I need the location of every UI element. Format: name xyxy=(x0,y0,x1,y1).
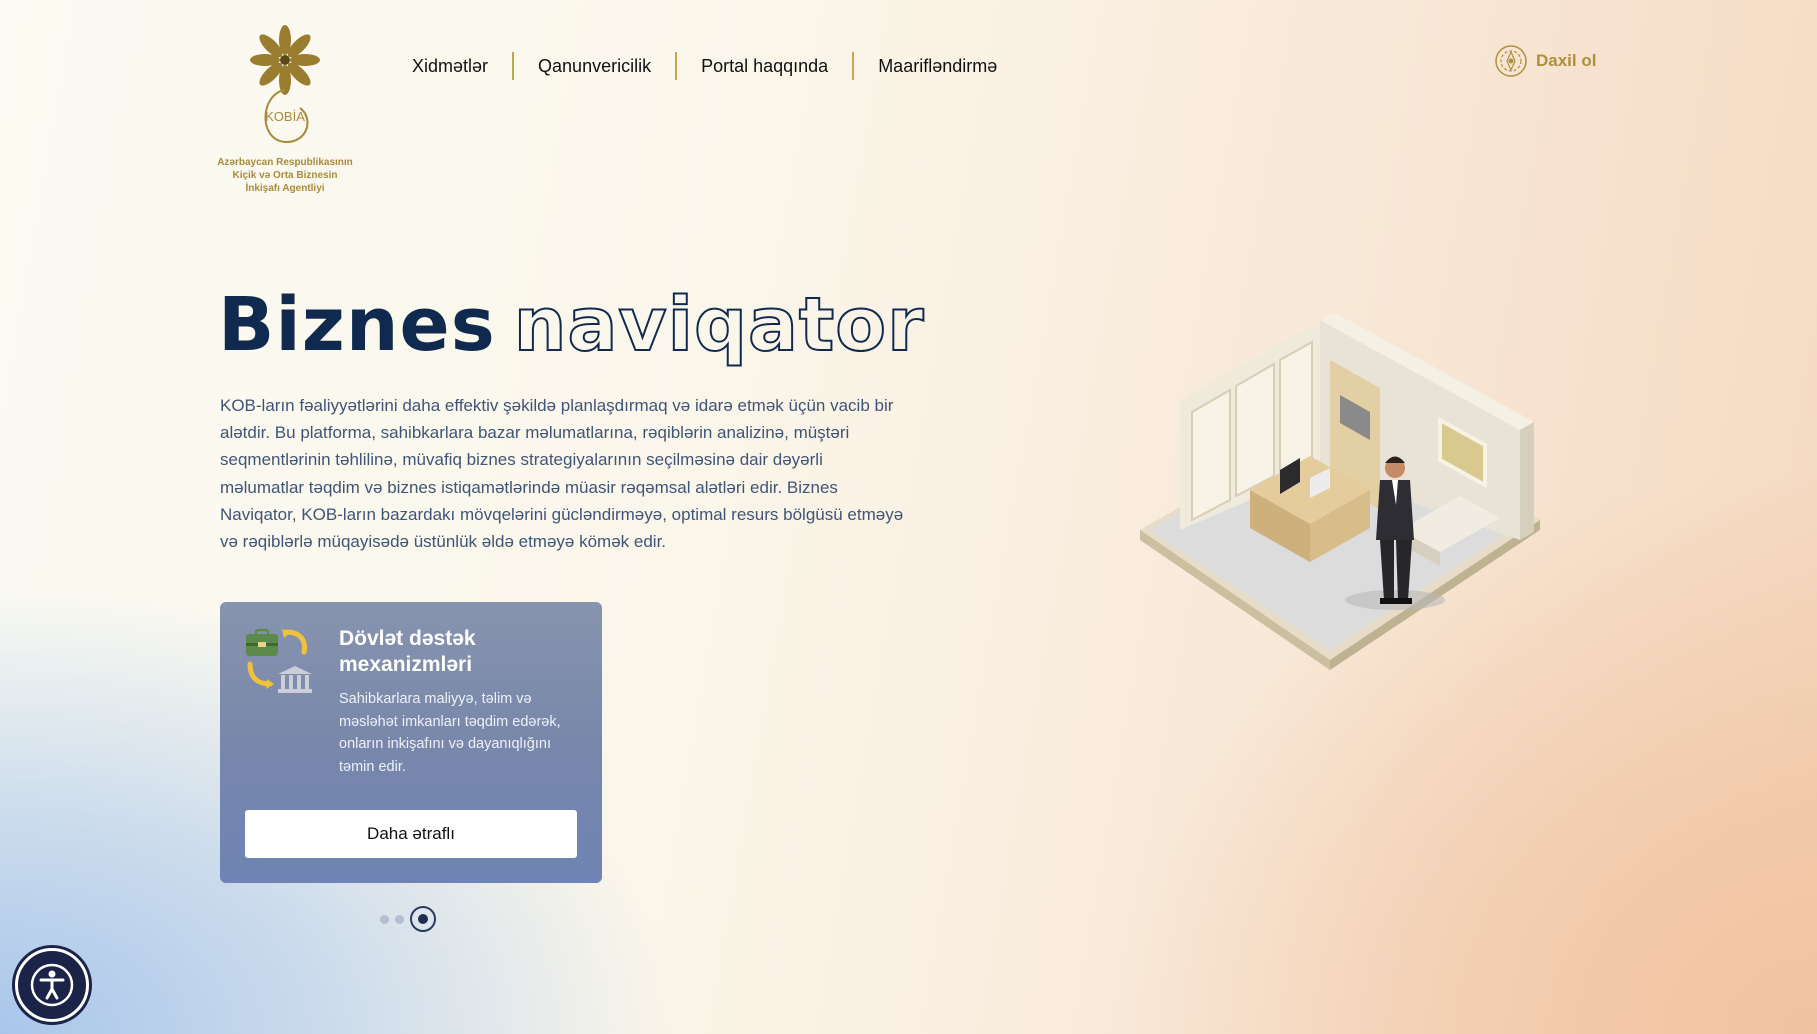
carousel-pagination xyxy=(380,906,436,932)
carousel-dot-2[interactable] xyxy=(395,914,404,924)
carousel-dot-1[interactable] xyxy=(380,914,389,924)
nav-item-education[interactable]: Maarifləndirmə xyxy=(854,50,1021,82)
flower-emblem-icon: KOBİA xyxy=(250,25,320,144)
page-title: Biznes naviqator xyxy=(218,281,925,369)
card-description: Sahibkarlara maliyyə, təlim və məsləhət … xyxy=(339,691,561,775)
carousel-dot-3-active[interactable] xyxy=(410,906,436,932)
title-outline: naviqator xyxy=(513,281,925,369)
accessibility-button[interactable] xyxy=(15,948,89,1022)
hero-description: KOB-ların fəaliyyətlərini daha effektiv … xyxy=(220,396,904,552)
office-illustration xyxy=(1140,312,1540,670)
briefcase-bank-exchange-icon xyxy=(246,628,312,693)
more-info-button[interactable]: Daha ətraflı xyxy=(245,810,577,858)
emblem-icon xyxy=(1495,45,1527,77)
card-title: Dövlət dəstək mexanizmləri xyxy=(339,627,476,676)
logo-text: KOBİA xyxy=(265,109,305,124)
login-button[interactable]: Daxil ol xyxy=(1494,44,1596,78)
logo-subtitle: Azərbaycan Respublikasının Kiçik və Orta… xyxy=(217,157,353,194)
title-solid: Biznes xyxy=(218,282,496,368)
accessibility-icon xyxy=(30,963,74,1007)
main-nav: Xidmətlər Qanunvericilik Portal haqqında… xyxy=(400,50,1021,82)
nav-item-about-portal[interactable]: Portal haqqında xyxy=(677,50,852,82)
nav-item-legislation[interactable]: Qanunvericilik xyxy=(514,50,675,82)
logo[interactable]: KOBİA Azərbaycan Respublikasının Kiçik v… xyxy=(215,22,355,194)
nav-item-services[interactable]: Xidmətlər xyxy=(400,50,512,82)
login-label: Daxil ol xyxy=(1536,51,1597,70)
service-card: Dövlət dəstək mexanizmləri Sahibkarlara … xyxy=(220,602,602,883)
